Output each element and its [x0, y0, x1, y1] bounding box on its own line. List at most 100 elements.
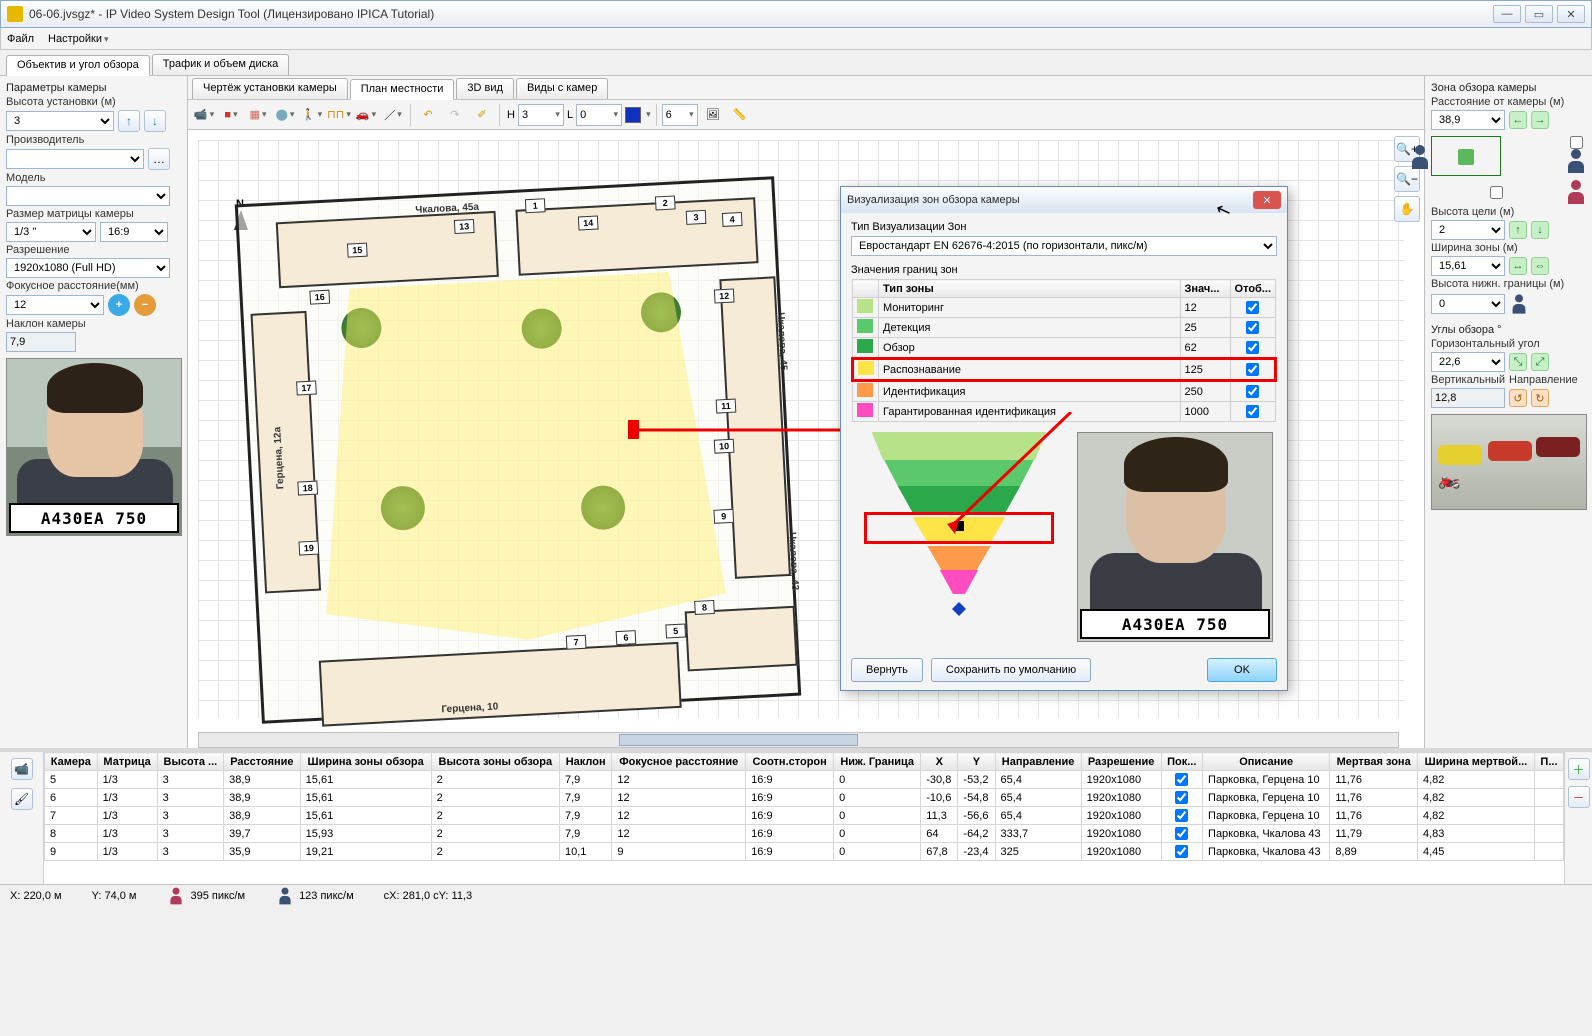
- camera-list-icon[interactable]: 📹: [11, 758, 33, 780]
- zone-row[interactable]: Детекция25: [853, 318, 1276, 338]
- menu-file[interactable]: Файл: [7, 33, 34, 45]
- pan-hand-icon[interactable]: ✋: [1394, 196, 1420, 222]
- ha-expand-icon[interactable]: ⤡: [1509, 353, 1527, 371]
- tab-camera-views[interactable]: Виды с камер: [516, 78, 608, 99]
- th-down-icon[interactable]: ↓: [1531, 221, 1549, 239]
- distance-select[interactable]: 38,9: [1431, 110, 1505, 130]
- aspect-ratio-select[interactable]: 16:9: [100, 222, 168, 242]
- camera-marker[interactable]: 16: [309, 290, 330, 305]
- sensor-size-select[interactable]: 1/3 ": [6, 222, 96, 242]
- rotate-cw-icon[interactable]: ↻: [1531, 389, 1549, 407]
- col-zone-type[interactable]: Тип зоны: [879, 280, 1181, 298]
- resolution-select[interactable]: 1920x1080 (Full HD): [6, 258, 170, 278]
- close-button[interactable]: ✕: [1557, 5, 1585, 23]
- camera-marker[interactable]: 8: [694, 600, 715, 615]
- column-header[interactable]: Камера: [45, 753, 98, 771]
- column-header[interactable]: Пок...: [1161, 753, 1203, 771]
- zone-show-checkbox[interactable]: [1246, 301, 1259, 314]
- line-tool-icon[interactable]: ／▾: [381, 103, 405, 127]
- column-tool-icon[interactable]: ⬤▾: [273, 103, 297, 127]
- camera-marker[interactable]: 6: [616, 630, 637, 645]
- column-header[interactable]: Y: [958, 753, 995, 771]
- maximize-button[interactable]: ▭: [1525, 5, 1553, 23]
- table-row[interactable]: 51/3338,915,6127,91216:90-30,8-53,265,41…: [45, 771, 1564, 789]
- column-header[interactable]: Высота ...: [157, 753, 224, 771]
- column-header[interactable]: Направление: [995, 753, 1081, 771]
- ha-shrink-icon[interactable]: ⤢: [1531, 353, 1549, 371]
- tab-traffic-disk[interactable]: Трафик и объем диска: [152, 54, 290, 75]
- h-value-combo[interactable]: 3▾: [518, 104, 564, 126]
- table-row[interactable]: 81/3339,715,9327,91216:9064-64,2333,7192…: [45, 825, 1564, 843]
- column-header[interactable]: Матрица: [97, 753, 157, 771]
- show-camera-checkbox[interactable]: [1175, 809, 1188, 822]
- measure-tool-icon[interactable]: 📏: [728, 103, 752, 127]
- zone-show-checkbox[interactable]: [1246, 405, 1259, 418]
- height-down-icon[interactable]: ↓: [144, 110, 166, 132]
- broom-tool-icon[interactable]: ✐: [470, 103, 494, 127]
- menu-settings[interactable]: Настройки▾: [48, 33, 108, 45]
- camera-marker[interactable]: 9: [713, 509, 734, 524]
- tab-3d-view[interactable]: 3D вид: [456, 78, 514, 99]
- save-default-button[interactable]: Сохранить по умолчанию: [931, 658, 1091, 682]
- revert-button[interactable]: Вернуть: [851, 658, 923, 682]
- column-header[interactable]: Описание: [1203, 753, 1330, 771]
- manufacturer-select[interactable]: [6, 149, 144, 169]
- manufacturer-browse-button[interactable]: …: [148, 148, 170, 170]
- show-camera-checkbox[interactable]: [1175, 773, 1188, 786]
- camera-marker[interactable]: 12: [714, 288, 735, 303]
- target-female-checkbox[interactable]: [1490, 186, 1503, 199]
- camera-marker[interactable]: 4: [722, 212, 743, 227]
- show-camera-checkbox[interactable]: [1175, 845, 1188, 858]
- rotate-ccw-icon[interactable]: ↺: [1509, 389, 1527, 407]
- tab-camera-drawing[interactable]: Чертёж установки камеры: [192, 78, 348, 99]
- camera-marker[interactable]: 2: [655, 195, 676, 210]
- show-camera-checkbox[interactable]: [1175, 791, 1188, 804]
- col-zone-show[interactable]: Отоб...: [1230, 280, 1275, 298]
- tab-lens-angle[interactable]: Объектив и угол обзора: [6, 55, 150, 76]
- minimize-button[interactable]: —: [1493, 5, 1521, 23]
- zone-width-select[interactable]: 15,61: [1431, 256, 1505, 276]
- zone-row[interactable]: Обзор62: [853, 338, 1276, 359]
- column-header[interactable]: Высота зоны обзора: [431, 753, 559, 771]
- camera-marker[interactable]: 1: [525, 198, 546, 213]
- column-header[interactable]: Разрешение: [1081, 753, 1161, 771]
- table-row[interactable]: 71/3338,915,6127,91216:9011,3-56,665,419…: [45, 807, 1564, 825]
- l-value-combo[interactable]: 0▾: [576, 104, 622, 126]
- column-header[interactable]: Соотн.сторон: [746, 753, 834, 771]
- car-tool-icon[interactable]: 🚗▾: [354, 103, 378, 127]
- camera-marker[interactable]: 18: [297, 481, 318, 496]
- model-select[interactable]: [6, 186, 170, 206]
- remove-row-button[interactable]: －: [1568, 786, 1590, 808]
- column-header[interactable]: П...: [1534, 753, 1563, 771]
- camera-marker[interactable]: 15: [347, 243, 368, 258]
- col-zone-value[interactable]: Знач...: [1180, 280, 1230, 298]
- th-up-icon[interactable]: ↑: [1509, 221, 1527, 239]
- target-height-select[interactable]: 2: [1431, 220, 1505, 240]
- wall-tool-icon[interactable]: ▦▾: [246, 103, 270, 127]
- column-header[interactable]: Наклон: [559, 753, 611, 771]
- redo-icon[interactable]: ↷: [443, 103, 467, 127]
- column-header[interactable]: Ширина зоны обзора: [300, 753, 431, 771]
- zoom-out-icon[interactable]: 🔍−: [1394, 166, 1420, 192]
- column-header[interactable]: X: [921, 753, 958, 771]
- zw-left-icon[interactable]: ↔: [1509, 257, 1527, 275]
- table-row[interactable]: 61/3338,915,6127,91216:90-10,6-54,865,41…: [45, 789, 1564, 807]
- horizontal-scrollbar[interactable]: [198, 732, 1399, 748]
- height-up-icon[interactable]: ↑: [118, 110, 140, 132]
- brush-icon[interactable]: 🖌: [11, 788, 33, 810]
- column-header[interactable]: Ниж. Граница: [834, 753, 921, 771]
- camera-marker[interactable]: 7: [566, 635, 587, 650]
- horiz-angle-select[interactable]: 22,6: [1431, 352, 1505, 372]
- column-header[interactable]: Ширина мертвой...: [1417, 753, 1534, 771]
- zone-row[interactable]: Распознавание125: [853, 359, 1276, 381]
- person-tool-icon[interactable]: 🚶▾: [300, 103, 324, 127]
- zone-row[interactable]: Идентификация250: [853, 381, 1276, 402]
- column-header[interactable]: Расстояние: [224, 753, 301, 771]
- camera-marker[interactable]: 19: [298, 541, 319, 556]
- undo-icon[interactable]: ↶: [416, 103, 440, 127]
- column-header[interactable]: Фокусное расстояние: [612, 753, 746, 771]
- fence-tool-icon[interactable]: ⊓⊓▾: [327, 103, 351, 127]
- lower-bound-select[interactable]: 0: [1431, 294, 1505, 314]
- dialog-close-button[interactable]: ✕: [1253, 191, 1281, 209]
- draw-color-swatch[interactable]: [625, 107, 641, 123]
